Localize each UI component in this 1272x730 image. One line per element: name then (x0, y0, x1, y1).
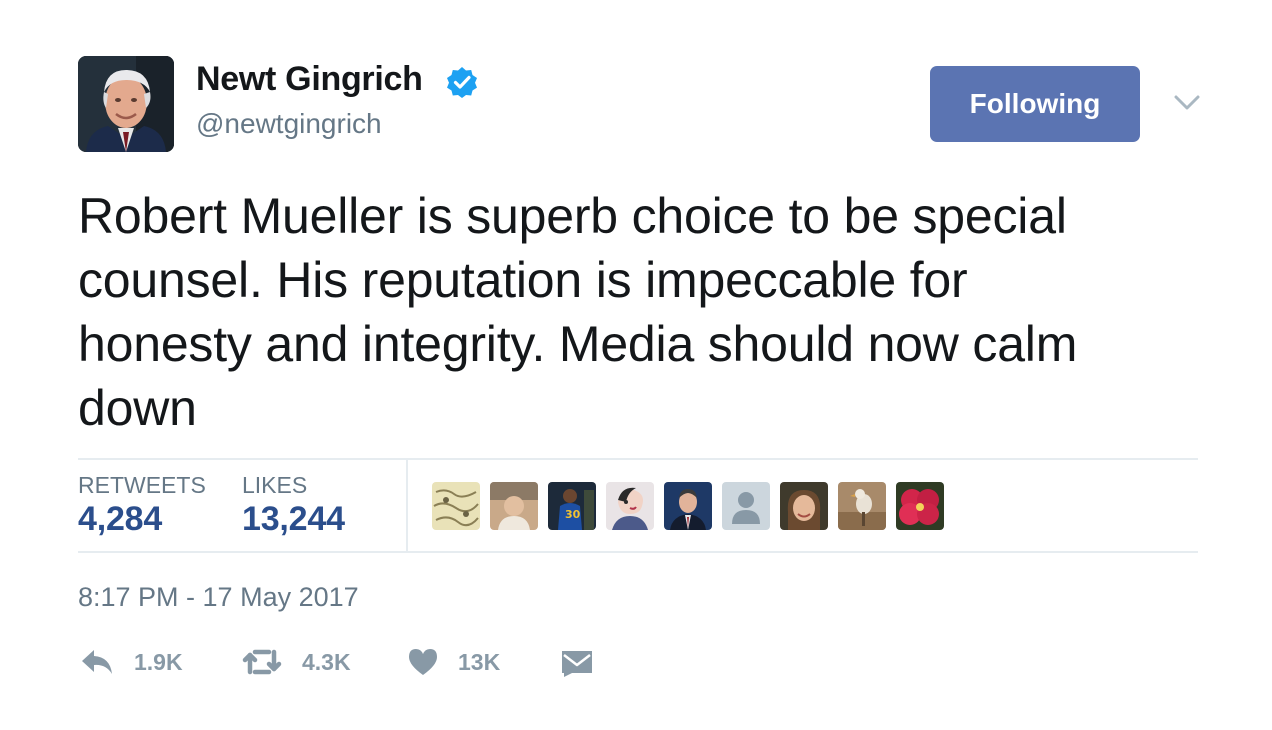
avatar[interactable] (78, 56, 174, 152)
likes-count[interactable]: 13,244 (242, 500, 345, 539)
tweet-text: Robert Mueller is superb choice to be sp… (78, 184, 1198, 440)
stats-separator (406, 460, 408, 551)
stats-divider-bottom (78, 551, 1198, 553)
user-handle[interactable]: @newtgingrich (196, 108, 382, 140)
tweet-timestamp[interactable]: 8:17 PM - 17 May 2017 (78, 582, 359, 613)
like-count: 13K (458, 648, 501, 675)
chevron-down-icon[interactable] (1174, 94, 1200, 112)
illustration-avatar-icon (606, 482, 654, 530)
tweet-text-line: Robert Mueller is superb choice to be sp… (78, 188, 1067, 244)
liker-avatar[interactable] (490, 482, 538, 530)
reply-button[interactable]: 1.9K (80, 648, 183, 676)
reply-icon (82, 650, 112, 674)
tweet-text-line: honesty and integrity. Media should now … (78, 316, 1078, 372)
liker-avatar[interactable] (664, 482, 712, 530)
portrait-avatar-icon (664, 482, 712, 530)
retweets-count[interactable]: 4,284 (78, 500, 162, 539)
retweet-icon (242, 649, 282, 675)
liker-avatars: 30 (432, 482, 944, 530)
retweets-label[interactable]: RETWEETS (78, 472, 206, 499)
following-button[interactable]: Following (930, 66, 1140, 142)
message-button[interactable] (560, 648, 594, 678)
woman-avatar-icon (780, 482, 828, 530)
default-person-avatar-icon (722, 482, 770, 530)
heart-icon (409, 649, 437, 675)
bird-avatar-icon (838, 482, 886, 530)
flower-avatar-icon (896, 482, 944, 530)
envelope-icon (562, 651, 592, 677)
map-avatar-icon (432, 482, 480, 530)
photo-avatar-icon (490, 482, 538, 530)
user-name[interactable]: Newt Gingrich (196, 60, 423, 99)
svg-text:30: 30 (565, 508, 581, 521)
liker-avatar[interactable] (896, 482, 944, 530)
retweet-button[interactable]: 4.3K (242, 648, 351, 676)
liker-avatar[interactable] (780, 482, 828, 530)
liker-avatar[interactable] (432, 482, 480, 530)
retweet-count: 4.3K (302, 648, 351, 675)
liker-avatar[interactable] (606, 482, 654, 530)
liker-avatar[interactable]: 30 (548, 482, 596, 530)
liker-avatar[interactable] (722, 482, 770, 530)
tweet-text-line: down (78, 380, 197, 436)
reply-count: 1.9K (134, 648, 183, 675)
basketball-avatar-icon: 30 (548, 482, 596, 530)
liker-avatar[interactable] (838, 482, 886, 530)
verified-badge-icon (447, 67, 477, 98)
tweet-text-line: counsel. His reputation is impeccable fo… (78, 252, 968, 308)
stats-divider-top (78, 458, 1198, 460)
like-button[interactable]: 13K (408, 648, 500, 676)
likes-label[interactable]: LIKES (242, 472, 307, 499)
profile-photo-icon (78, 56, 174, 152)
